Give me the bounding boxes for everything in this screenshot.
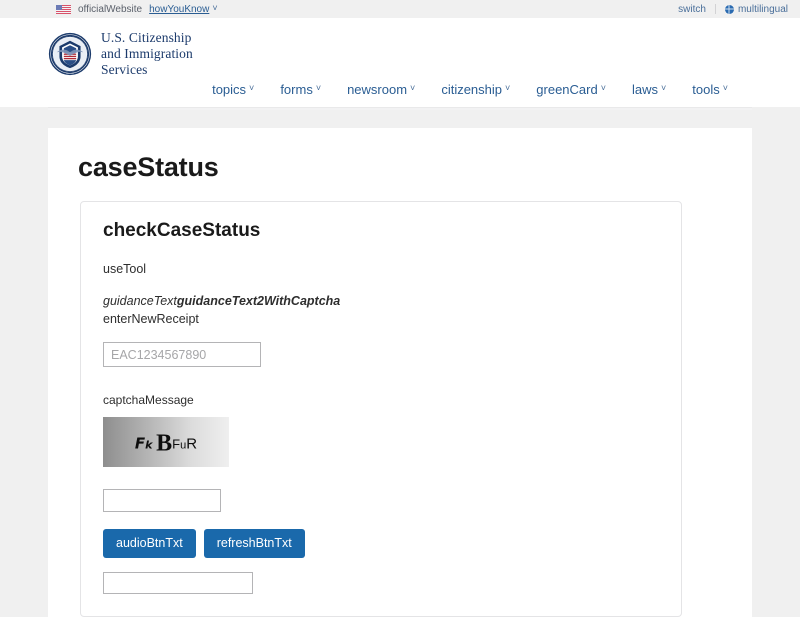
nav-label-forms: forms: [280, 82, 313, 97]
brand-name: U.S. Citizenship and Immigration Service…: [101, 30, 193, 78]
guidance-text-line: guidanceTextguidanceText2WithCaptcha: [103, 294, 659, 308]
nav-item-topics[interactable]: topics ˅: [212, 82, 254, 97]
check-case-status-card: checkCaseStatus useTool guidanceTextguid…: [80, 201, 682, 617]
multilingual-selector[interactable]: multilingual: [724, 3, 788, 15]
captcha-answer-input[interactable]: [103, 489, 221, 513]
uscis-seal-icon: [48, 32, 92, 76]
next-field-partial[interactable]: [103, 571, 253, 594]
captcha-char-4: F: [172, 436, 181, 452]
nav-item-tools[interactable]: tools ˅: [692, 82, 728, 97]
nav-item-greencard[interactable]: greenCard ˅: [536, 82, 606, 97]
captcha-button-row: audioBtnTxt refreshBtnTxt: [103, 529, 659, 558]
switch-link[interactable]: switch: [678, 4, 706, 15]
page-title: caseStatus: [78, 152, 219, 183]
main-navigation: topics ˅ forms ˅ newsroom ˅ citizenship ˅ gr…: [0, 82, 800, 107]
gov-banner-left: officialWebsite howYouKnow ˅: [56, 2, 218, 15]
enter-new-receipt-label: enterNewReceipt: [103, 312, 199, 327]
chevron-down-icon: ˅: [600, 83, 606, 93]
nav-label-citizenship: citizenship: [441, 82, 503, 97]
nav-label-topics: topics: [212, 82, 247, 97]
captcha-message: captchaMessage: [103, 393, 194, 408]
captcha-char-2: k: [145, 438, 153, 452]
brand-line-2: and Immigration: [101, 46, 193, 62]
nav-label-greencard: greenCard: [536, 82, 598, 97]
nav-item-forms[interactable]: forms ˅: [280, 82, 321, 97]
site-header: U.S. Citizenship and Immigration Service…: [0, 18, 800, 107]
card-title: checkCaseStatus: [103, 220, 261, 242]
how-you-know-link[interactable]: howYouKnow: [149, 4, 209, 15]
banner-divider: [714, 4, 716, 14]
multilingual-label: multilingual: [737, 3, 788, 15]
use-tool-text: useTool: [103, 262, 147, 277]
globe-icon: [724, 4, 734, 14]
captcha-characters: Fk BFuR: [103, 429, 229, 457]
official-website-text: officialWebsite: [78, 3, 143, 15]
chevron-down-icon: ˅: [410, 83, 416, 93]
captcha-image: Fk BFuR: [103, 417, 229, 468]
brand-line-1: U.S. Citizenship: [101, 30, 192, 46]
how-you-know-toggle[interactable]: howYouKnow ˅: [149, 2, 218, 15]
guidance-text-2: guidanceText2WithCaptcha: [176, 294, 341, 309]
page-content: caseStatus checkCaseStatus useTool guida…: [48, 128, 752, 617]
us-flag-icon: [56, 4, 71, 14]
audio-captcha-button[interactable]: audioBtnTxt: [103, 529, 196, 558]
captcha-char-6: R: [186, 435, 198, 453]
chevron-down-icon: ˅: [505, 83, 511, 93]
chevron-down-icon: ˅: [212, 2, 218, 13]
nav-label-laws: laws: [631, 82, 658, 97]
receipt-number-input[interactable]: [103, 342, 261, 368]
nav-item-newsroom[interactable]: newsroom ˅: [347, 82, 415, 97]
chevron-down-icon: ˅: [315, 83, 322, 93]
nav-item-citizenship[interactable]: citizenship ˅: [441, 82, 510, 97]
captcha-char-3: B: [156, 430, 173, 457]
brand-logo[interactable]: U.S. Citizenship and Immigration Service…: [0, 26, 800, 82]
gov-banner-right: switch multilingual: [678, 4, 788, 15]
refresh-captcha-button[interactable]: refreshBtnTxt: [203, 529, 305, 558]
brand-line-3: Services: [101, 61, 148, 77]
chevron-down-icon: ˅: [661, 83, 667, 93]
nav-label-tools: tools: [692, 82, 720, 97]
chevron-down-icon: ˅: [249, 83, 255, 93]
chevron-down-icon: ˅: [722, 83, 728, 93]
header-divider: [48, 107, 752, 110]
guidance-text: guidanceText: [103, 294, 177, 309]
captcha-char-1: F: [134, 434, 146, 453]
gov-banner: officialWebsite howYouKnow ˅ switch multi…: [0, 0, 800, 18]
nav-label-newsroom: newsroom: [347, 82, 408, 97]
nav-item-laws[interactable]: laws ˅: [632, 82, 666, 97]
